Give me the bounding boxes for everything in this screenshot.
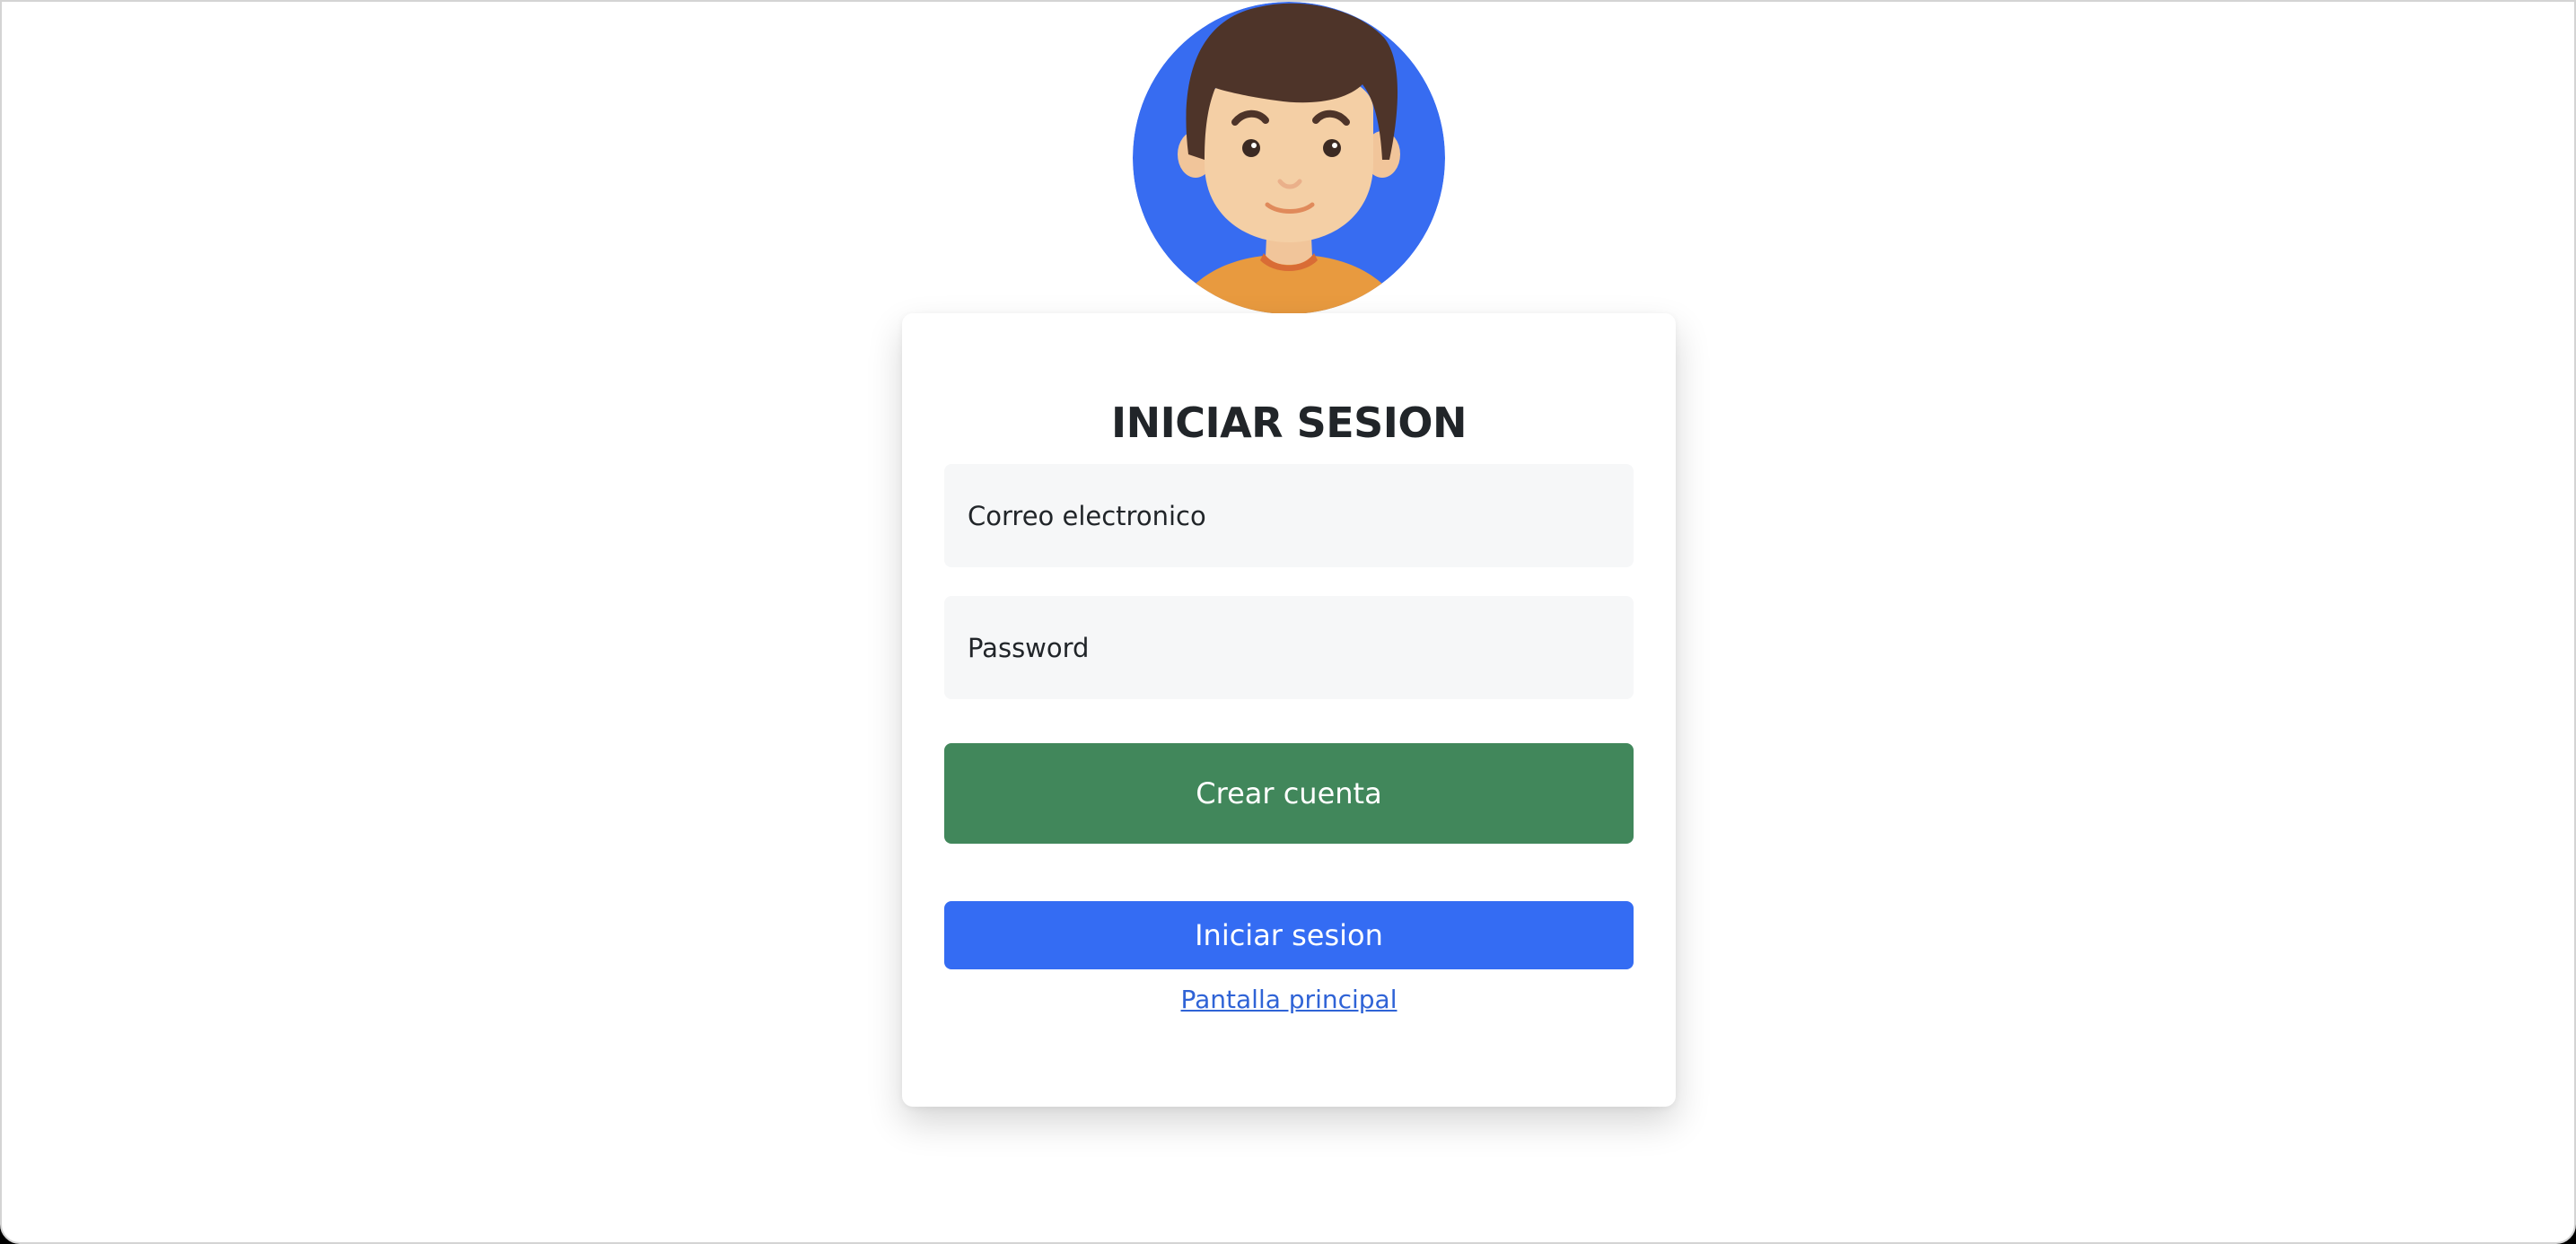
password-field[interactable] [944,596,1634,699]
login-card: INICIAR SESION Crear cuenta Iniciar sesi… [902,313,1676,1107]
create-account-button[interactable]: Crear cuenta [944,743,1634,844]
home-link-container: Pantalla principal [902,982,1676,1018]
user-avatar-icon [1133,2,1445,314]
home-link[interactable]: Pantalla principal [1181,985,1398,1014]
email-field[interactable] [944,464,1634,567]
page-frame: INICIAR SESION Crear cuenta Iniciar sesi… [0,0,2576,1244]
login-button[interactable]: Iniciar sesion [944,901,1634,969]
avatar-illustration [1133,2,1445,314]
page-title: INICIAR SESION [1110,399,1468,447]
